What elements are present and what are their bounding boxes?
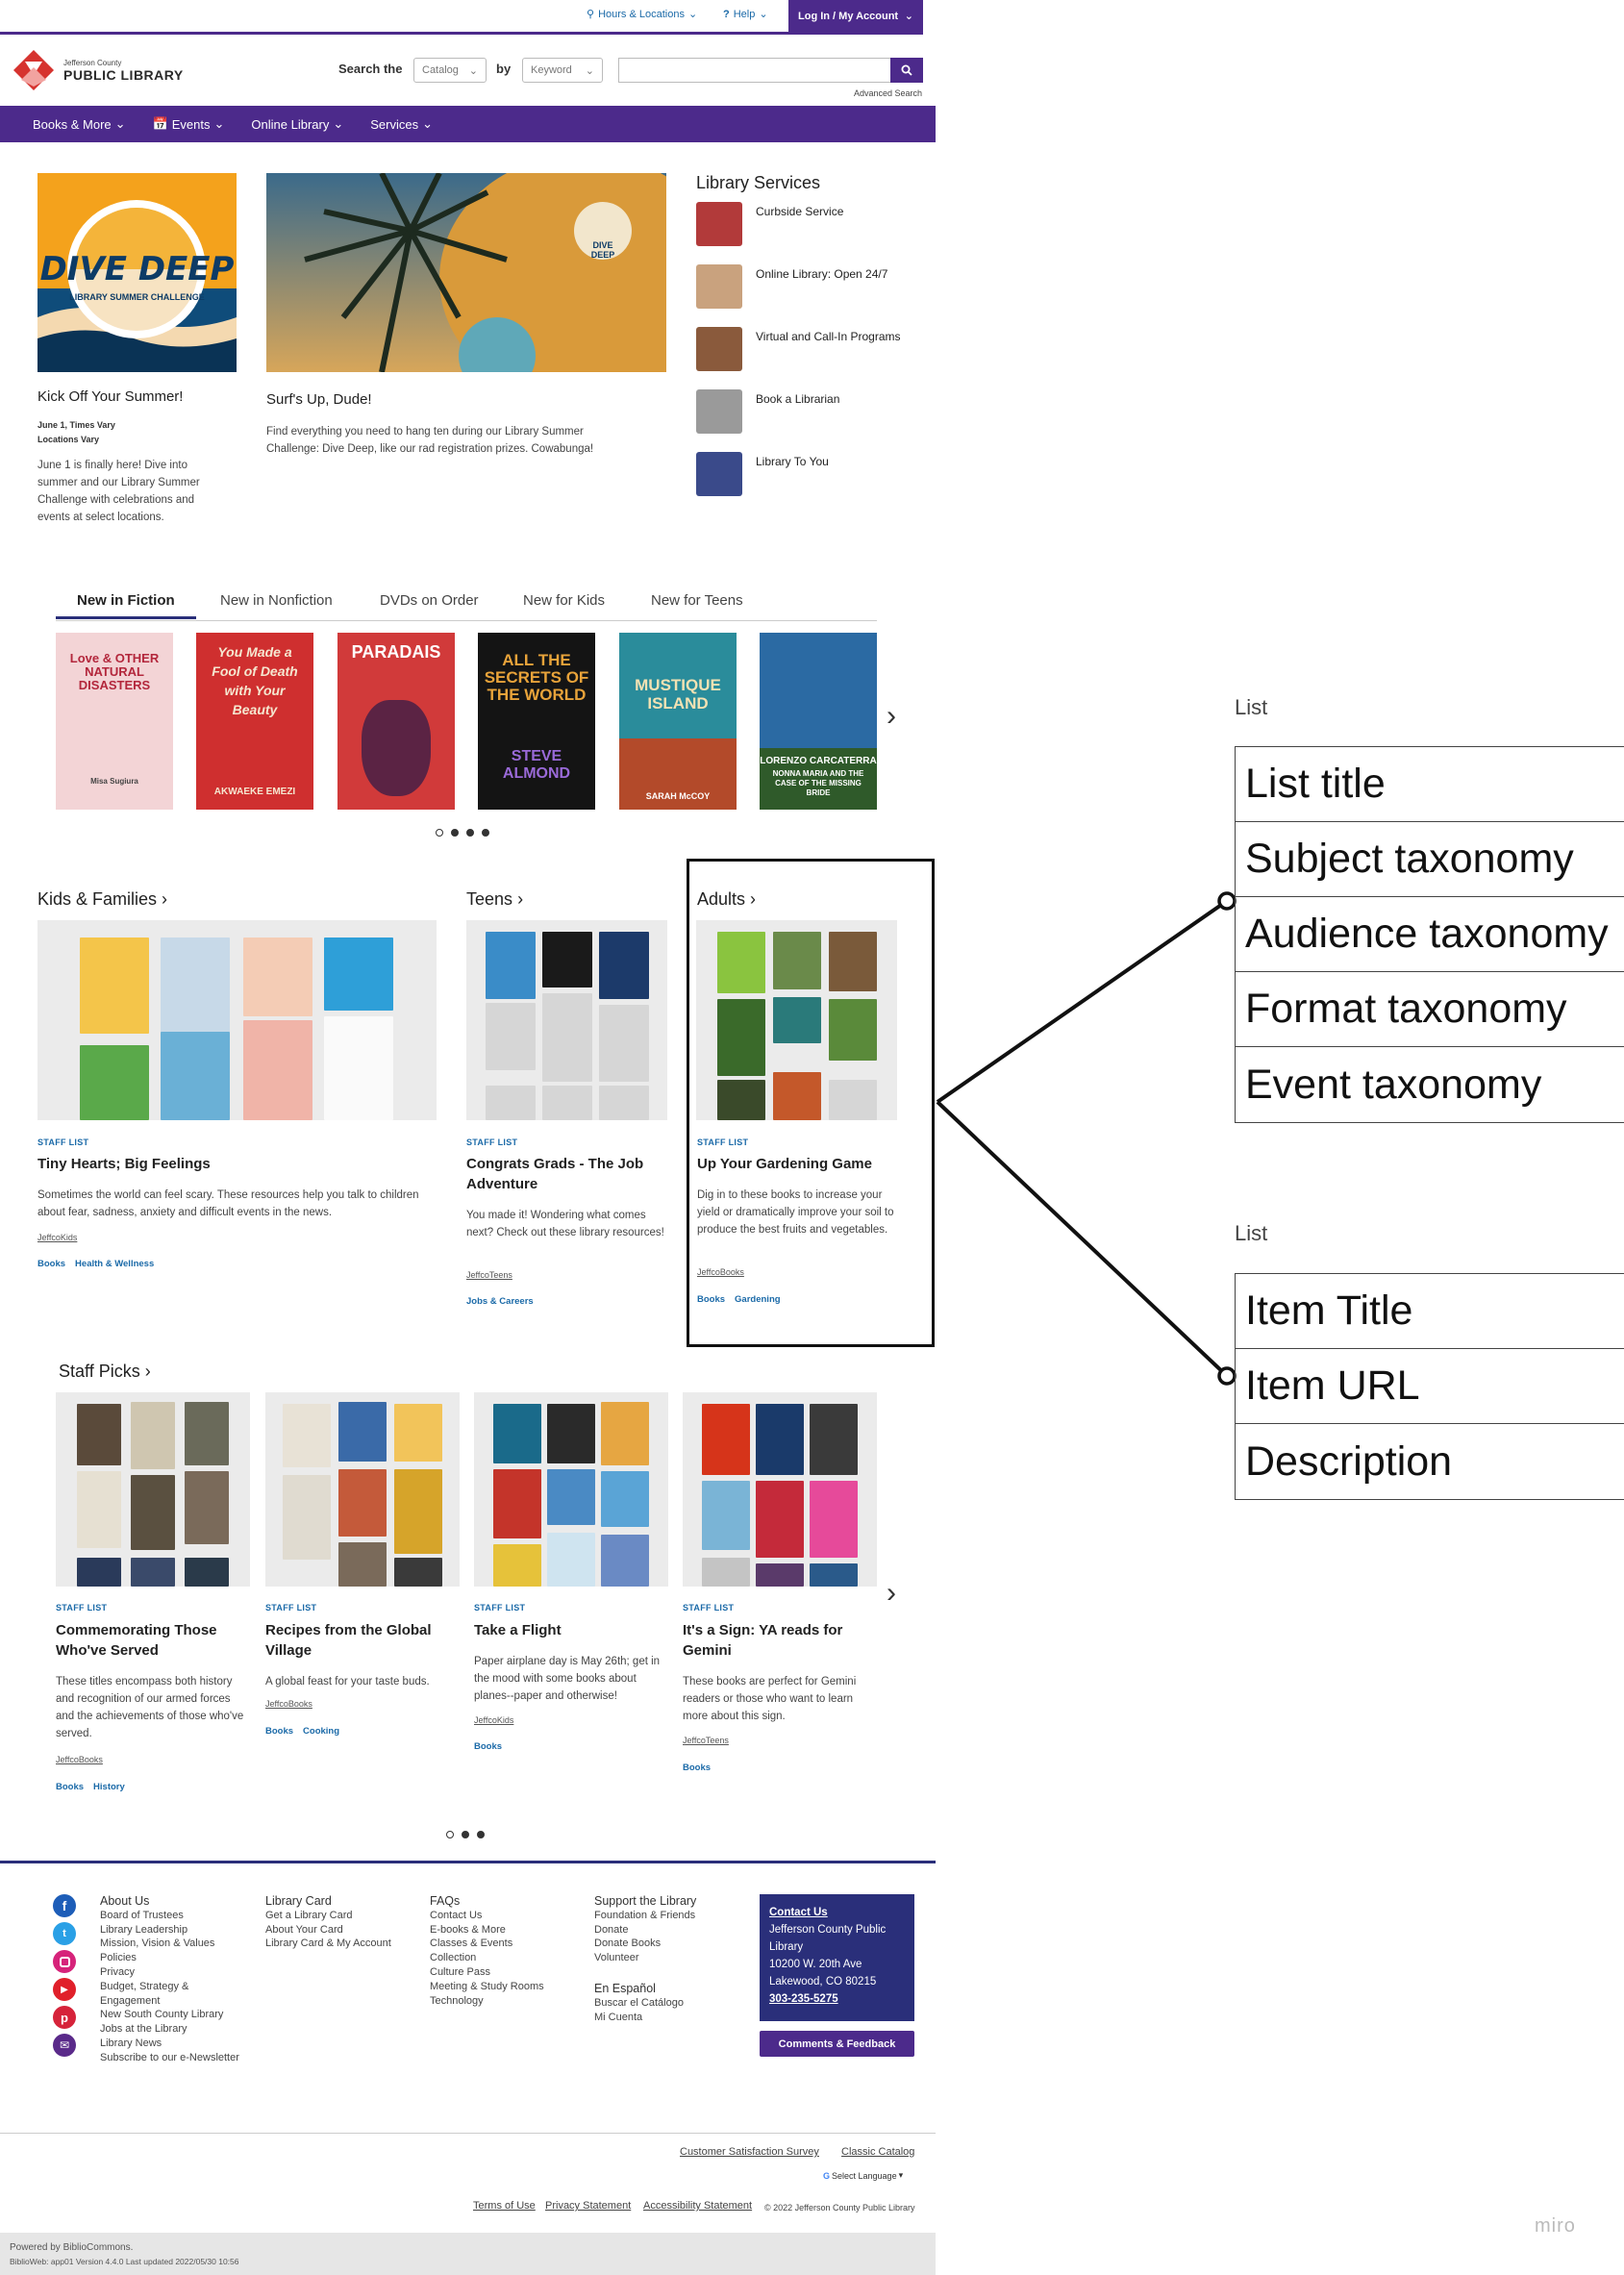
list-schema-table: List title Subject taxonomy Audience tax… (1235, 746, 1624, 1123)
item-schema-label: List (1235, 1221, 1268, 1245)
list-schema-label: List (1235, 695, 1268, 719)
schema-field: Subject taxonomy (1236, 822, 1624, 897)
item-schema-table: Item Title Item URL Description (1235, 1273, 1624, 1500)
schema-field: Audience taxonomy (1236, 897, 1624, 972)
schema-field: Description (1245, 1438, 1453, 1485)
schema-field: Item URL (1236, 1349, 1624, 1424)
schema-field: Event taxonomy (1245, 1061, 1542, 1108)
schema-field: Item Title (1236, 1274, 1624, 1349)
annotation-connectors (936, 891, 1237, 1386)
schema-field: List title (1236, 747, 1624, 822)
miro-watermark: miro (1535, 2215, 1576, 2237)
schema-field: Format taxonomy (1236, 972, 1624, 1047)
